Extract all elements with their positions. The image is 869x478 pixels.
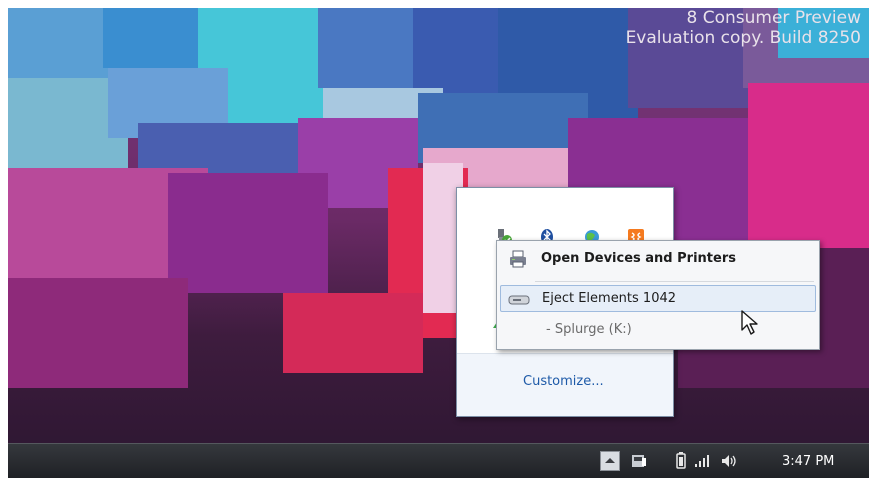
windows-build-watermark-line1: 8 Consumer Preview: [686, 8, 861, 28]
open-devices-and-printers-item[interactable]: Open Devices and Printers: [500, 246, 816, 273]
eject-label: Eject Elements 1042: [542, 291, 677, 306]
customize-link[interactable]: Customize...: [523, 374, 604, 389]
device-context-menu: Open Devices and Printers Eject Elements…: [496, 240, 820, 350]
drive-label: - Splurge (K:): [546, 322, 632, 337]
windows-build-watermark-line2: Evaluation copy. Build 8250: [625, 28, 861, 48]
signal-strength-icon[interactable]: [694, 452, 712, 470]
menu-separator: [535, 281, 814, 282]
volume-icon[interactable]: [720, 452, 738, 470]
show-hidden-icons-chevron-icon[interactable]: [600, 451, 620, 471]
eject-device-item[interactable]: Eject Elements 1042: [500, 285, 816, 312]
taskbar: 3:47 PM: [8, 443, 869, 478]
printer-icon: [508, 249, 528, 273]
open-devices-label: Open Devices and Printers: [541, 251, 736, 266]
taskbar-clock[interactable]: 3:47 PM: [782, 454, 834, 469]
mouse-pointer-icon: [740, 310, 760, 340]
battery-icon[interactable]: [672, 452, 690, 470]
drive-subitem[interactable]: - Splurge (K:): [500, 317, 816, 344]
removable-drive-icon: [508, 292, 530, 311]
action-center-icon[interactable]: [630, 452, 648, 470]
